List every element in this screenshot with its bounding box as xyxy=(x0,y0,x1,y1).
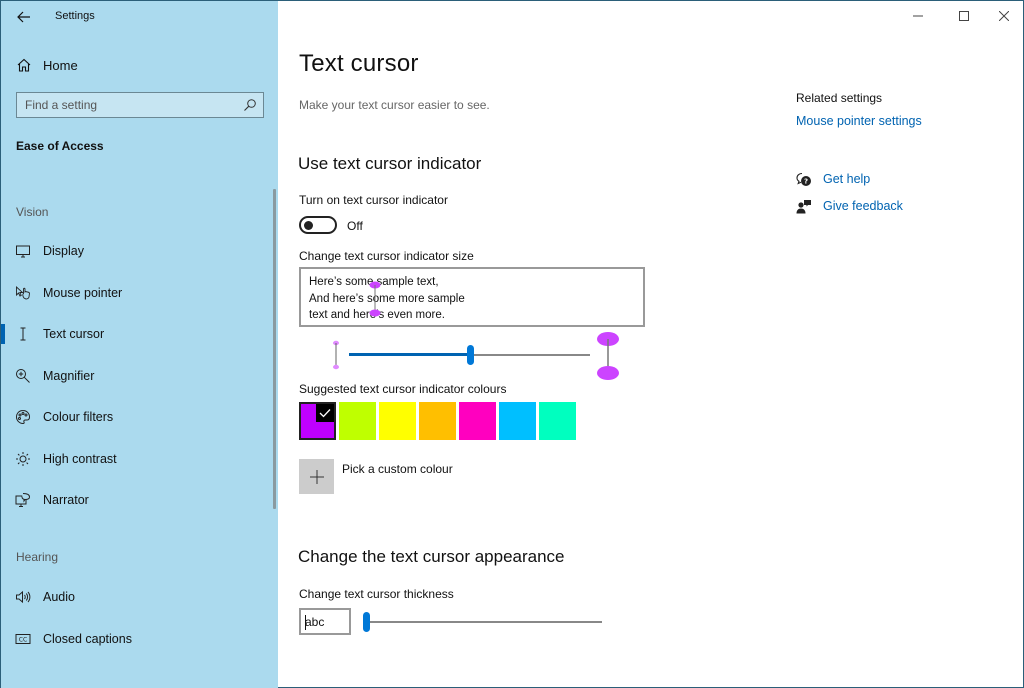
preview-text: abc xyxy=(305,615,325,629)
palette-icon xyxy=(15,409,31,425)
large-indicator-icon xyxy=(597,332,619,380)
section-title-appearance: Change the text cursor appearance xyxy=(298,547,565,566)
give-feedback-icon xyxy=(796,200,811,214)
colour-swatch[interactable] xyxy=(299,402,336,440)
text-cursor-icon xyxy=(20,327,26,341)
sidebar-item-high-contrast[interactable]: High contrast xyxy=(1,441,271,477)
sidebar-item-text-cursor[interactable]: Text cursor xyxy=(1,316,271,352)
colour-swatch[interactable] xyxy=(339,402,376,440)
sample-line: And here’s some more sample xyxy=(309,292,465,305)
home-label: Home xyxy=(43,58,78,73)
sidebar-item-mouse-pointer[interactable]: Mouse pointer xyxy=(1,275,271,311)
sidebar-item-audio[interactable]: Audio xyxy=(1,579,271,615)
sidebar: Settings Home Ease of Access Vision Disp… xyxy=(1,1,278,688)
home-icon xyxy=(17,58,31,72)
sidebar-item-closed-captions[interactable]: CC Closed captions xyxy=(1,621,271,657)
pick-custom-colour-button[interactable] xyxy=(299,459,334,494)
get-help-label[interactable]: Get help xyxy=(823,172,870,186)
get-help-link[interactable]: ? Get help xyxy=(796,171,956,189)
monitor-icon xyxy=(16,245,30,258)
group-label-vision: Vision xyxy=(16,205,49,219)
sidebar-item-label: Closed captions xyxy=(43,632,132,646)
colour-swatches xyxy=(299,402,576,440)
cursor-indicator-preview-icon xyxy=(369,281,381,317)
related-settings-title: Related settings xyxy=(796,91,883,105)
sidebar-item-label: Mouse pointer xyxy=(43,286,123,300)
colour-swatch[interactable] xyxy=(499,402,536,440)
closed-captions-icon: CC xyxy=(15,634,31,644)
sidebar-item-label: Narrator xyxy=(43,493,89,507)
small-indicator-icon xyxy=(333,340,339,370)
colours-label: Suggested text cursor indicator colours xyxy=(299,382,507,396)
sidebar-item-label: Display xyxy=(43,244,84,258)
back-button[interactable] xyxy=(11,5,37,29)
size-label: Change text cursor indicator size xyxy=(299,249,474,263)
settings-window: Settings Home Ease of Access Vision Disp… xyxy=(0,0,1024,688)
colour-swatch[interactable] xyxy=(419,402,456,440)
sidebar-item-narrator[interactable]: Narrator xyxy=(1,482,271,518)
mouse-pointer-settings-link[interactable]: Mouse pointer settings xyxy=(796,114,922,128)
search-input[interactable] xyxy=(17,93,237,117)
colour-swatch[interactable] xyxy=(459,402,496,440)
toggle-knob xyxy=(304,221,313,230)
sidebar-item-display[interactable]: Display xyxy=(1,233,271,269)
slider-track[interactable] xyxy=(366,621,602,623)
sidebar-item-home[interactable]: Home xyxy=(1,53,278,77)
page-description: Make your text cursor easier to see. xyxy=(299,98,490,112)
indicator-size-slider[interactable] xyxy=(299,331,629,381)
thickness-label: Change text cursor thickness xyxy=(299,587,454,601)
sidebar-item-label: Text cursor xyxy=(43,327,105,341)
toggle-state: Off xyxy=(347,219,363,233)
speaker-icon xyxy=(16,590,31,604)
sidebar-item-magnifier[interactable]: Magnifier xyxy=(1,358,271,394)
sidebar-item-label: Colour filters xyxy=(43,410,114,424)
slider-thumb[interactable] xyxy=(363,612,370,632)
pick-custom-colour-label[interactable]: Pick a custom colour xyxy=(342,462,453,476)
narrator-icon xyxy=(15,493,31,507)
sidebar-scrollbar[interactable] xyxy=(273,189,276,509)
page-title: Text cursor xyxy=(299,50,419,77)
text-cursor-indicator-toggle[interactable] xyxy=(299,216,337,234)
sidebar-item-colour-filters[interactable]: Colour filters xyxy=(1,399,271,435)
sidebar-item-label: Audio xyxy=(43,590,75,604)
slider-thumb[interactable] xyxy=(466,345,474,365)
mouse-pointer-icon xyxy=(16,285,30,300)
sample-line: text and here’s even more. xyxy=(309,309,445,321)
main-content: Text cursor Make your text cursor easier… xyxy=(278,1,1023,687)
back-arrow-icon xyxy=(17,11,30,23)
colour-swatch[interactable] xyxy=(539,402,576,440)
group-label-hearing: Hearing xyxy=(16,550,59,564)
magnifier-icon xyxy=(16,369,30,383)
plus-icon xyxy=(309,469,324,484)
category-title: Ease of Access xyxy=(16,139,104,153)
sidebar-item-label: High contrast xyxy=(43,452,117,466)
give-feedback-link[interactable]: Give feedback xyxy=(796,198,956,216)
section-title-indicator: Use text cursor indicator xyxy=(298,154,482,173)
cursor-thickness-slider[interactable] xyxy=(362,609,604,633)
give-feedback-label[interactable]: Give feedback xyxy=(823,199,903,213)
thickness-preview: abc xyxy=(299,608,351,635)
title-bar: Settings xyxy=(1,1,278,33)
sample-line: Here’s some sample text, xyxy=(309,276,439,288)
cursor-caret xyxy=(305,615,306,630)
sample-text-preview: Here’s some sample text, And here’s some… xyxy=(299,267,645,327)
sun-icon xyxy=(16,452,30,466)
app-title: Settings xyxy=(55,10,95,22)
svg-text:CC: CC xyxy=(19,637,27,644)
svg-text:?: ? xyxy=(804,178,808,186)
checkmark-icon xyxy=(316,404,334,422)
search-box xyxy=(16,92,264,118)
colour-swatch[interactable] xyxy=(379,402,416,440)
sidebar-item-label: Magnifier xyxy=(43,369,95,383)
slider-fill xyxy=(349,353,470,356)
search-icon[interactable] xyxy=(243,98,257,112)
get-help-icon: ? xyxy=(796,172,811,186)
toggle-label: Turn on text cursor indicator xyxy=(299,193,448,207)
